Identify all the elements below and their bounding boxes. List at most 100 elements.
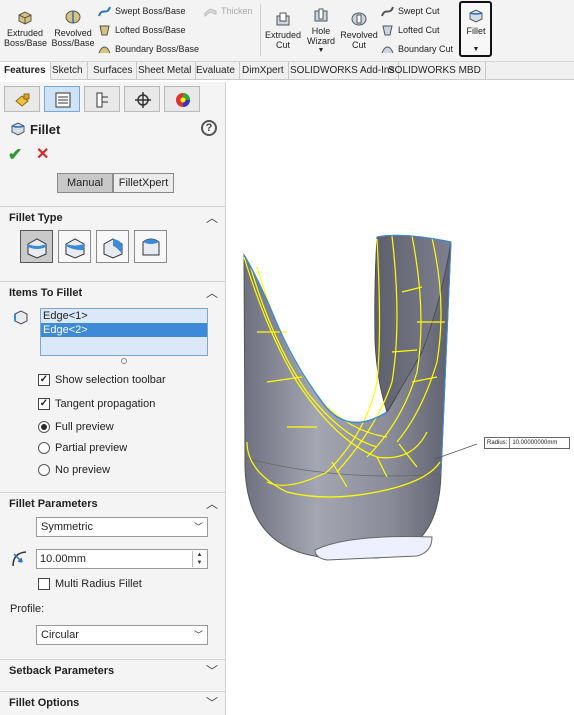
extruded-boss-icon [18, 11, 32, 25]
tab-sheet-metal[interactable]: Sheet Metal [134, 62, 197, 80]
property-manager-tab[interactable] [44, 86, 80, 112]
items-to-fillet-header[interactable]: Items To Fillet ︿ [0, 281, 226, 303]
show-selection-toolbar-checkbox[interactable]: ✓ Show selection toolbar [38, 373, 166, 389]
manual-mode-button[interactable]: Manual [57, 173, 113, 193]
profile-label: Profile: [10, 603, 45, 615]
fillet-property-manager: Fillet ? ✔ ✕ Manual FilletXpert Fillet T… [0, 82, 226, 715]
fillet-parameters-label: Fillet Parameters [9, 498, 98, 510]
fillet-button[interactable]: Fillet ▼ [461, 6, 491, 55]
hole-wizard-button[interactable]: Hole Wizard ▼ [304, 6, 338, 56]
lofted-cut-button[interactable]: Lofted Cut [381, 24, 440, 38]
boundary-boss-button[interactable]: Boundary Boss/Base [98, 43, 199, 57]
tab-sketch[interactable]: Sketch [48, 62, 88, 80]
full-round-fillet-button[interactable] [134, 230, 167, 263]
page-title: Fillet [30, 122, 61, 137]
tab-solidworks-add-ins[interactable]: SOLIDWORKS Add-Ins [286, 62, 400, 80]
swept-cut-icon [381, 6, 394, 17]
multi-radius-fillet-label: Multi Radius Fillet [55, 578, 142, 590]
filletxpert-mode-button[interactable]: FilletXpert [113, 173, 174, 193]
help-icon[interactable]: ? [201, 120, 217, 136]
list-item[interactable]: Edge<1> [41, 309, 207, 323]
fillet-label: Fillet [466, 26, 486, 36]
swept-boss-button[interactable]: Swept Boss/Base [98, 5, 186, 19]
display-manager-tab[interactable] [164, 86, 200, 112]
extruded-cut-icon [276, 12, 290, 26]
empty-checkbox-icon [38, 578, 50, 591]
command-manager-ribbon: Extruded Boss/Base Revolved Boss/Base Sw… [0, 0, 574, 62]
list-resize-handle[interactable] [121, 358, 127, 364]
radius-callout-value[interactable]: 10.00000000mm [510, 438, 559, 448]
ribbon-separator [260, 4, 261, 56]
checkmark-icon: ✓ [38, 398, 50, 411]
fillet-title-icon [11, 122, 25, 136]
hole-wizard-dropdown-icon[interactable]: ▼ [304, 46, 338, 56]
feature-manager-tab[interactable] [4, 86, 40, 112]
tab-dimxpert[interactable]: DimXpert [238, 62, 289, 80]
ok-button[interactable]: ✔ [8, 146, 22, 163]
radio-selected-icon [38, 421, 50, 434]
property-list-icon [55, 92, 71, 108]
radius-value: 10.00mm [40, 553, 86, 565]
variable-size-fillet-button[interactable] [58, 230, 91, 263]
boundary-boss-icon [98, 46, 111, 54]
fillet-options-label: Fillet Options [9, 697, 80, 709]
no-preview-radio[interactable]: No preview [38, 463, 110, 479]
edge-selection-icon [14, 310, 28, 325]
expand-chevron-icon[interactable]: ﹀ [206, 662, 218, 679]
manager-tabs [0, 86, 226, 114]
fillet-options-header[interactable]: Fillet Options ﹀ [0, 691, 226, 713]
fillet-type-header[interactable]: Fillet Type ︿ [0, 206, 226, 228]
revolved-cut-button[interactable]: Revolved Cut [340, 10, 378, 50]
constant-size-fillet-button[interactable] [20, 230, 53, 263]
boundary-boss-label: Boundary Boss/Base [115, 44, 200, 54]
collapse-chevron-icon[interactable]: ︿ [206, 495, 218, 512]
graphics-area[interactable] [227, 82, 574, 715]
profile-select[interactable]: Circular ﹀ [36, 625, 208, 645]
chevron-down-icon: ﹀ [193, 630, 203, 640]
checkmark-icon: ✓ [38, 374, 50, 387]
show-selection-toolbar-label: Show selection toolbar [55, 374, 166, 386]
collapse-chevron-icon[interactable]: ︿ [206, 284, 218, 301]
tab-evaluate[interactable]: Evaluate [192, 62, 240, 80]
list-item[interactable]: Edge<2> [41, 323, 207, 337]
radius-spinner[interactable]: ▲ ▼ [192, 551, 206, 567]
radius-callout[interactable]: Radius: 10.00000000mm [484, 437, 570, 449]
extruded-cut-button[interactable]: Extruded Cut [264, 10, 302, 50]
radius-input[interactable]: 10.00mm ▲ ▼ [36, 549, 208, 569]
partial-preview-radio[interactable]: Partial preview [38, 441, 127, 457]
lofted-boss-icon [99, 25, 110, 36]
multi-radius-fillet-checkbox[interactable]: Multi Radius Fillet [38, 577, 142, 593]
fillet-parameters-header[interactable]: Fillet Parameters ︿ [0, 492, 226, 514]
hole-wizard-icon [314, 8, 328, 22]
configuration-icon [96, 92, 108, 108]
tangent-propagation-checkbox[interactable]: ✓ Tangent propagation [38, 397, 155, 413]
edges-selection-list[interactable]: Edge<1> Edge<2> [40, 308, 208, 356]
feature-tree-icon [15, 93, 30, 107]
setback-parameters-header[interactable]: Setback Parameters ﹀ [0, 659, 226, 681]
dimxpert-manager-tab[interactable] [124, 86, 160, 112]
tab-surfaces[interactable]: Surfaces [89, 62, 138, 80]
setback-parameters-label: Setback Parameters [9, 665, 115, 677]
fillet-method-select[interactable]: Symmetric ﹀ [36, 517, 208, 537]
tab-features[interactable]: Features [0, 62, 51, 80]
boundary-cut-button[interactable]: Boundary Cut [381, 43, 453, 57]
spin-down-icon[interactable]: ▼ [193, 559, 206, 567]
revolved-boss-button[interactable]: Revolved Boss/Base [50, 8, 96, 48]
tab-solidworks-mbd[interactable]: SOLIDWORKS MBD [384, 62, 486, 80]
spin-up-icon[interactable]: ▲ [193, 551, 206, 559]
configuration-manager-tab[interactable] [84, 86, 120, 112]
expand-chevron-icon[interactable]: ﹀ [206, 694, 218, 711]
lofted-boss-button[interactable]: Lofted Boss/Base [98, 24, 186, 38]
revolved-boss-label: Revolved Boss/Base [51, 28, 95, 48]
variable-size-fillet-icon [65, 238, 85, 259]
swept-boss-icon [98, 6, 111, 17]
fillet-part-model[interactable] [227, 82, 574, 715]
full-preview-radio[interactable]: Full preview [38, 420, 114, 436]
fillet-dropdown-icon[interactable]: ▼ [461, 45, 491, 55]
swept-cut-button[interactable]: Swept Cut [381, 5, 440, 19]
extruded-boss-button[interactable]: Extruded Boss/Base [4, 8, 47, 48]
face-fillet-button[interactable] [96, 230, 129, 263]
collapse-chevron-icon[interactable]: ︿ [206, 209, 218, 226]
thicken-button[interactable]: Thicken [204, 5, 253, 19]
cancel-button[interactable]: ✕ [36, 146, 49, 163]
